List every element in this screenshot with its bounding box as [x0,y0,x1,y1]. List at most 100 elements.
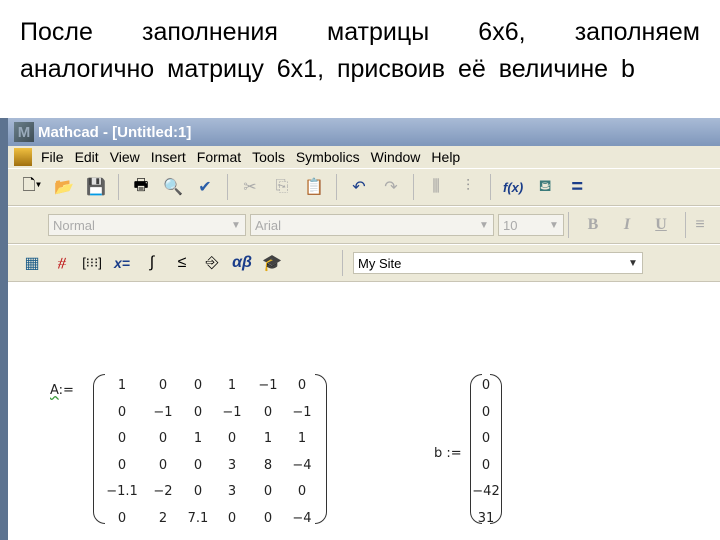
matrix-cell[interactable]: −1 [285,405,319,420]
matrix-cell[interactable]: 0 [105,405,139,420]
paste-icon[interactable]: 📋 [304,176,324,198]
undo-icon[interactable]: ↶ [349,176,369,198]
menu-file[interactable]: File [38,149,72,165]
font-value: Arial [255,217,282,233]
menu-help[interactable]: Help [428,149,468,165]
new-icon[interactable]: 🗋▾ [22,176,42,198]
standard-toolbar: 🗋▾ 📂 💾 🖶 🔍 ✔ ✂ ⎘ 📋 ↶ ↷ ⫼ ⫶ f(x) ⛾ = [8,168,720,206]
matrix-cell[interactable]: 0 [181,405,215,420]
matrix-cell[interactable]: 1 [251,431,285,446]
menu-window[interactable]: Window [368,149,429,165]
size-select[interactable]: 10 ▼ [498,214,564,236]
math-toolbar: ▦ ⧣ [⁝⁝⁝] x= ∫ ≤ ⎆ αβ 🎓 My Site ▼ [8,244,720,282]
matrix-cell[interactable]: −1 [251,378,285,393]
title-bar: M Mathcad - [Untitled:1] [8,118,720,146]
menu-insert[interactable]: Insert [148,149,194,165]
vector-b[interactable]: 0 0 0 0 −42 31 [470,374,502,534]
vector-cell[interactable]: 0 [469,431,503,446]
vector-cell[interactable]: 31 [469,511,503,526]
document-icon[interactable] [14,148,32,166]
programming-icon[interactable]: ⎆ [202,252,222,274]
calculator-icon[interactable]: ▦ [22,252,42,274]
print-icon[interactable]: 🖶 [131,176,151,198]
bold-button[interactable]: B [583,214,603,236]
matrix-cell[interactable]: −1 [215,405,249,420]
menu-symbolics[interactable]: Symbolics [293,149,368,165]
vector-cell[interactable]: 0 [469,458,503,473]
matrix-cell[interactable]: 0 [146,431,180,446]
worksheet[interactable]: A:= 1 0 0 1 −1 0 0 −1 0 −1 0 −1 0 0 1 0 1 1 0 0 0 3 8 −4 −1.1 −2 0… [8,284,720,540]
align-down-icon[interactable]: ⫶ [458,176,478,198]
matrix-cell[interactable]: 0 [146,378,180,393]
graph-icon[interactable]: ⧣ [52,252,72,274]
matrix-cell[interactable]: 0 [215,511,249,526]
menu-tools[interactable]: Tools [249,149,293,165]
matrix-a[interactable]: 1 0 0 1 −1 0 0 −1 0 −1 0 −1 0 0 1 0 1 1 0 0 0 3 8 −4 −1.1 −2 0 3 0 0 0… [93,374,327,534]
chevron-down-icon[interactable]: ▼ [545,215,563,235]
matrix-cell[interactable]: 0 [251,511,285,526]
matrix-cell[interactable]: 0 [251,484,285,499]
matrix-cell[interactable]: 0 [285,484,319,499]
boolean-icon[interactable]: ≤ [172,252,192,274]
font-select[interactable]: Arial ▼ [250,214,494,236]
open-icon[interactable]: 📂 [54,176,74,198]
italic-button[interactable]: I [617,214,637,236]
assign-operator: := [58,383,74,398]
calculate-icon[interactable]: = [567,176,587,198]
matrix-cell[interactable]: 7.1 [181,511,215,526]
copy-icon[interactable]: ⎘ [272,176,292,198]
matrix-cell[interactable]: 0 [105,458,139,473]
insert-unit-icon[interactable]: ⛾ [535,176,555,198]
matrix-cell[interactable]: 0 [215,431,249,446]
redo-icon[interactable]: ↷ [381,176,401,198]
matrix-cell[interactable]: 1 [181,431,215,446]
matrix-cell[interactable]: −1 [146,405,180,420]
matrix-cell[interactable]: 0 [251,405,285,420]
align-left-icon[interactable]: ≡ [690,214,710,236]
symbolic-icon[interactable]: 🎓 [262,252,282,274]
vector-cell[interactable]: 0 [469,405,503,420]
matrix-cell[interactable]: 0 [181,378,215,393]
vector-cell[interactable]: 0 [469,378,503,393]
calculus-icon[interactable]: ∫ [142,252,162,274]
mathcad-logo-icon: M [14,122,34,142]
matrix-cell[interactable]: −4 [285,511,319,526]
evaluation-icon[interactable]: x= [112,252,132,274]
matrix-cell[interactable]: −2 [146,484,180,499]
matrix-cell[interactable]: 0 [105,431,139,446]
matrix-cell[interactable]: 8 [251,458,285,473]
matrix-cell[interactable]: 0 [285,378,319,393]
matrix-icon[interactable]: [⁝⁝⁝] [82,252,102,274]
chevron-down-icon[interactable]: ▼ [227,215,245,235]
assign-operator: := [446,446,462,461]
matrix-cell[interactable]: 1 [215,378,249,393]
matrix-cell[interactable]: 3 [215,484,249,499]
menu-edit[interactable]: Edit [72,149,107,165]
greek-icon[interactable]: αβ [232,252,252,274]
matrix-cell[interactable]: 1 [105,378,139,393]
matrix-cell[interactable]: −1.1 [105,484,139,499]
menu-bar: File Edit View Insert Format Tools Symbo… [8,146,720,168]
menu-view[interactable]: View [107,149,148,165]
style-select[interactable]: Normal ▼ [48,214,246,236]
matrix-cell[interactable]: 2 [146,511,180,526]
save-icon[interactable]: 💾 [86,176,106,198]
underline-button[interactable]: U [651,214,671,236]
matrix-cell[interactable]: 3 [215,458,249,473]
matrix-cell[interactable]: 1 [285,431,319,446]
chevron-down-icon[interactable]: ▼ [475,215,493,235]
print-preview-icon[interactable]: 🔍 [163,176,183,198]
vector-cell[interactable]: −42 [469,484,503,499]
matrix-cell[interactable]: −4 [285,458,319,473]
spellcheck-icon[interactable]: ✔ [195,176,215,198]
site-select[interactable]: My Site ▼ [353,252,643,274]
align-across-icon[interactable]: ⫼ [426,176,446,198]
matrix-cell[interactable]: 0 [181,484,215,499]
matrix-cell[interactable]: 0 [105,511,139,526]
matrix-cell[interactable]: 0 [146,458,180,473]
cut-icon[interactable]: ✂ [240,176,260,198]
insert-function-icon[interactable]: f(x) [503,176,523,198]
menu-format[interactable]: Format [194,149,249,165]
chevron-down-icon[interactable]: ▼ [624,253,642,273]
matrix-cell[interactable]: 0 [181,458,215,473]
